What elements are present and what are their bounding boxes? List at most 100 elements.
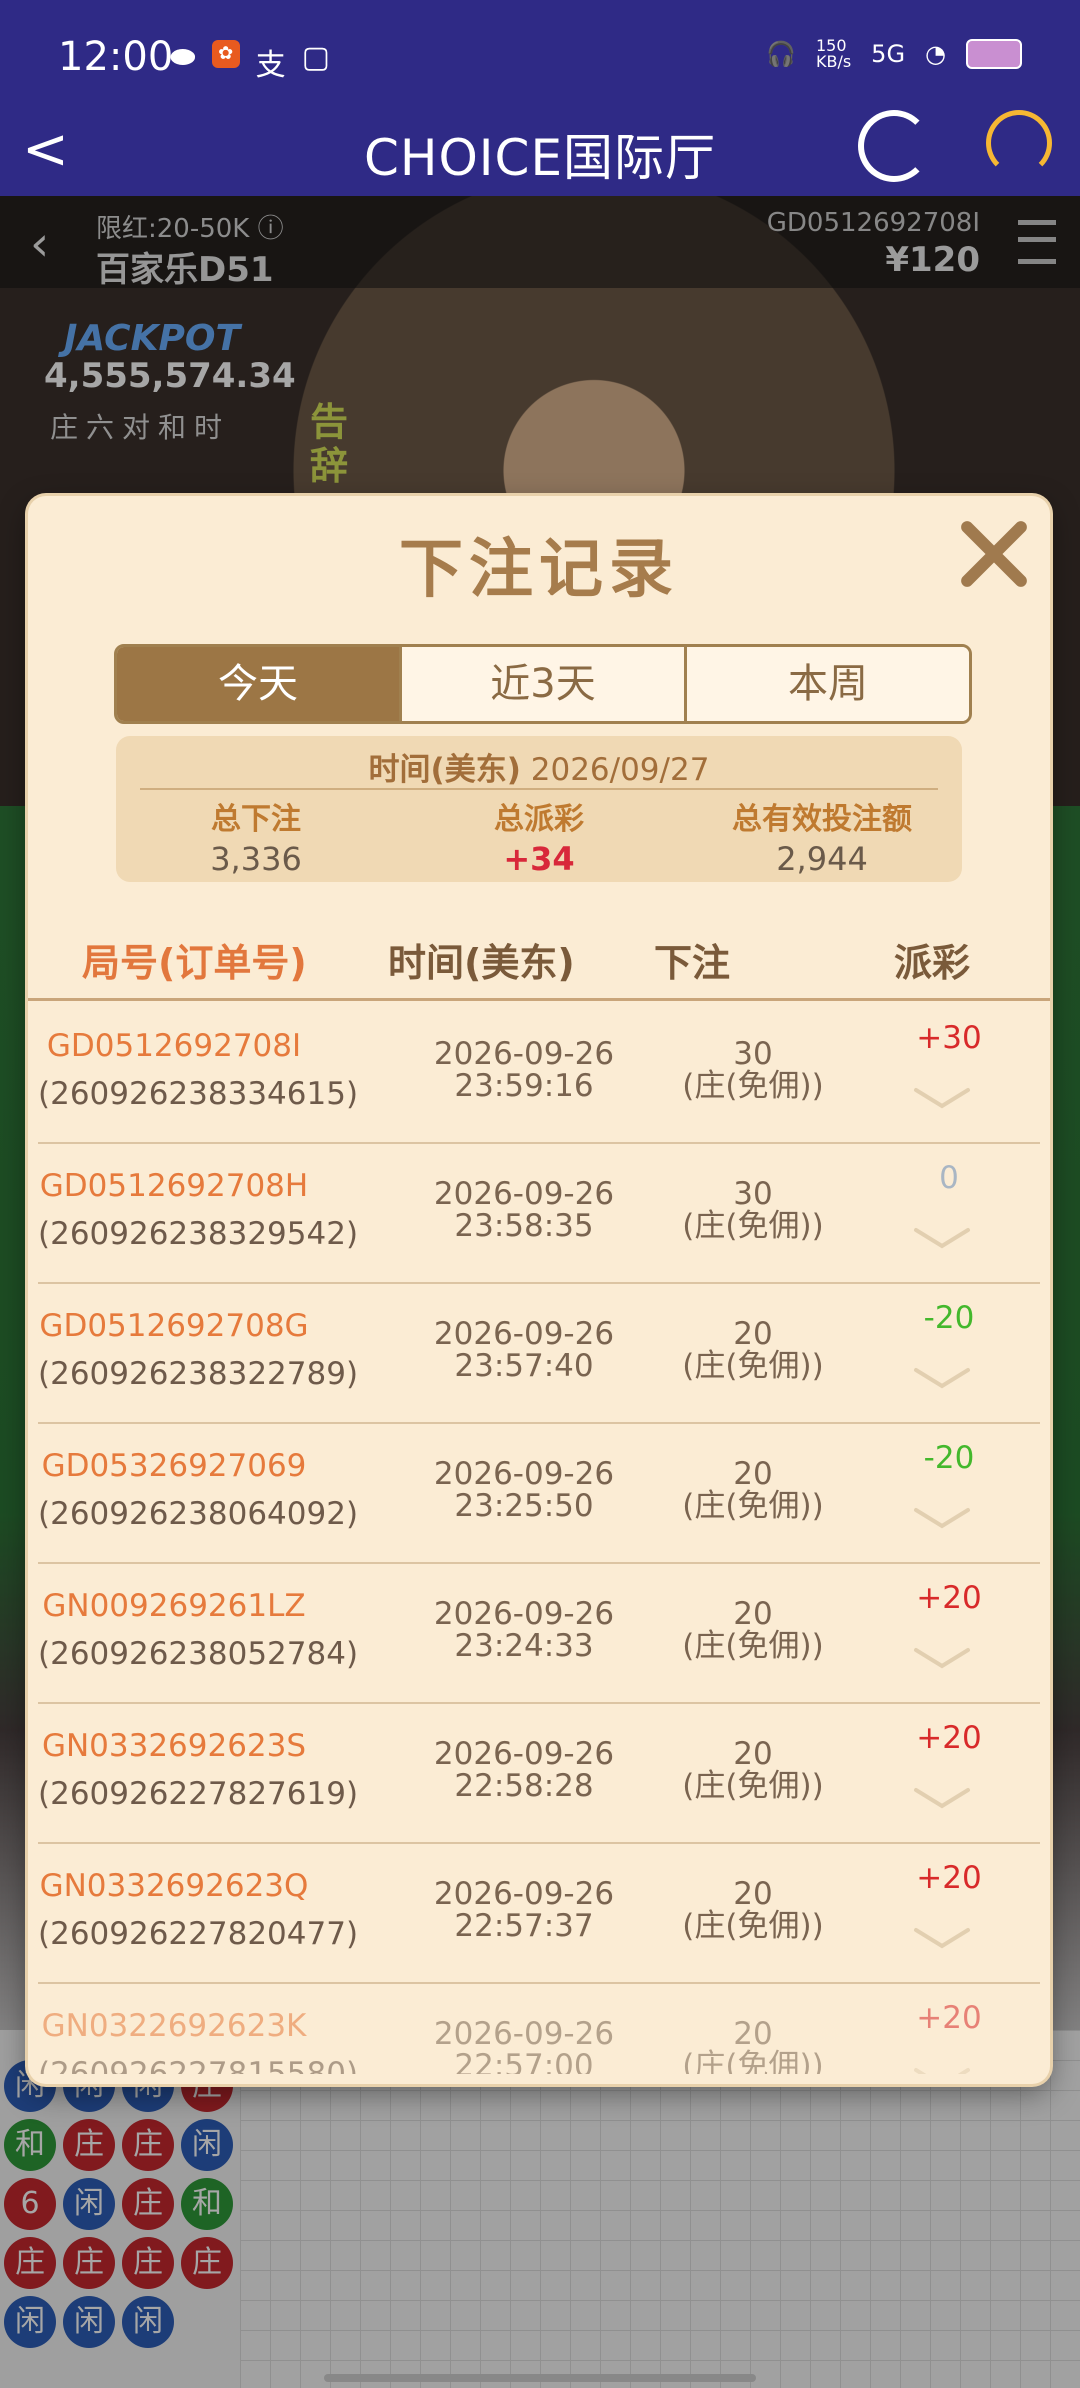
total-bet-value: 3,336	[210, 840, 302, 878]
order-number: (260926238052784)	[38, 1636, 359, 1672]
customer-service-icon[interactable]	[986, 110, 1052, 176]
headphones-icon: 🎧	[766, 40, 796, 68]
table-row[interactable]: GD0512692708H (260926238329542) 2026-09-26…	[38, 1142, 1040, 1284]
divider	[140, 788, 938, 790]
bet-value: 20	[733, 2016, 773, 2052]
bet-amount: 20 (庄(免佣))	[618, 1878, 888, 1942]
total-payout-label: 总派彩	[494, 802, 584, 837]
bet-amount: 20 (庄(免佣))	[618, 2018, 888, 2074]
column-time: 时间(美东)	[388, 941, 575, 985]
battery-icon	[966, 39, 1022, 69]
bet-amount: 20 (庄(免佣))	[618, 1598, 888, 1662]
order-number: (260926238334615)	[38, 1076, 359, 1112]
tab-today[interactable]: 今天	[117, 647, 402, 721]
chevron-down-icon[interactable]	[912, 1224, 972, 1252]
net-speed: 150 KB/s	[815, 36, 852, 71]
bet-value: 30	[733, 1176, 773, 1212]
round-id: GD0512692708G	[39, 1308, 309, 1344]
chevron-down-icon[interactable]	[912, 2064, 972, 2074]
bet-type: (庄(免佣))	[682, 1348, 824, 1384]
bet-record-dialog: 下注记录 今天 近3天 本周 时间(美东) 2026/09/27 总下注 3,3…	[28, 496, 1050, 2084]
placeholder-icon: ▢	[301, 40, 330, 75]
bet-type: (庄(免佣))	[682, 1488, 824, 1524]
date-range-tabs: 今天 近3天 本周	[114, 644, 972, 724]
bet-value: 20	[733, 1456, 773, 1492]
bet-amount: 20 (庄(免佣))	[618, 1738, 888, 1802]
summary-date-label: 时间(美东)	[368, 752, 521, 788]
system-icons: 🎧 150 KB/s 5G ◔	[766, 38, 1022, 70]
bet-type: (庄(免佣))	[682, 2048, 824, 2074]
bet-type: (庄(免佣))	[682, 1208, 824, 1244]
summary-panel: 时间(美东) 2026/09/27 总下注 3,336 总派彩 +34 总有效投…	[116, 736, 962, 882]
bet-value: 20	[733, 1596, 773, 1632]
table-row[interactable]: GN0322692623K (260926227815580) 2026-09-26…	[38, 1982, 1040, 2074]
notification-icons: ⬬ ✿ 支 ▢	[170, 40, 330, 84]
bet-value: 20	[733, 1736, 773, 1772]
total-valid-bet-label: 总有效投注额	[732, 802, 912, 837]
bet-type: (庄(免佣))	[682, 1768, 824, 1804]
table-row[interactable]: GD0512692708G (260926238322789) 2026-09-26…	[38, 1282, 1040, 1424]
table-row[interactable]: GN0332692623Q (260926227820477) 2026-09-26…	[38, 1842, 1040, 1984]
column-bet: 下注	[654, 941, 731, 985]
total-valid-bet: 总有效投注额 2,944	[682, 794, 962, 878]
column-round-id: 局号(订单号)	[82, 941, 307, 985]
order-number: (260926238329542)	[38, 1216, 359, 1252]
wifi-icon: ◔	[925, 40, 946, 68]
summary-date: 时间(美东) 2026/09/27	[116, 744, 962, 789]
column-payout: 派彩	[894, 941, 971, 985]
order-number: (260926238064092)	[38, 1496, 359, 1532]
table-row[interactable]: GD0512692708I (260926238334615) 2026-09-26…	[38, 1002, 1040, 1144]
tab-this-week[interactable]: 本周	[687, 647, 969, 721]
round-id: GD05326927069	[41, 1448, 307, 1484]
round-id: GD0512692708H	[39, 1168, 309, 1204]
bet-type: (庄(免佣))	[682, 1628, 824, 1664]
order-number: (260926227820477)	[38, 1916, 359, 1952]
bet-value: 30	[733, 1036, 773, 1072]
app-icon: ⬬	[170, 40, 196, 75]
refresh-icon[interactable]	[858, 110, 930, 182]
close-icon[interactable]	[954, 514, 1034, 594]
bet-amount: 30 (庄(免佣))	[618, 1038, 888, 1102]
table-row[interactable]: GN0332692623S (260926227827619) 2026-09-26…	[38, 1702, 1040, 1844]
payout-value: -20	[923, 1300, 975, 1336]
bet-record-list[interactable]: GD0512692708I (260926238334615) 2026-09-26…	[38, 1002, 1040, 2074]
order-number: (260926238322789)	[38, 1356, 359, 1392]
table-row[interactable]: GN009269261LZ (260926238052784) 2026-09-26…	[38, 1562, 1040, 1704]
bet-type: (庄(免佣))	[682, 1908, 824, 1944]
status-bar: 12:00 ⬬ ✿ 支 ▢ 🎧 150 KB/s 5G ◔	[0, 0, 1080, 110]
alipay-icon: 支	[255, 48, 286, 83]
home-indicator[interactable]	[324, 2374, 756, 2382]
chevron-down-icon[interactable]	[912, 1504, 972, 1532]
chevron-down-icon[interactable]	[912, 1784, 972, 1812]
dialog-title: 下注记录	[399, 533, 679, 607]
bet-amount: 30 (庄(免佣))	[618, 1178, 888, 1242]
chevron-down-icon[interactable]	[912, 1364, 972, 1392]
payout-value: +20	[916, 1580, 982, 1616]
chevron-down-icon[interactable]	[912, 1644, 972, 1672]
total-payout-value: +34	[503, 840, 575, 878]
bet-amount: 20 (庄(免佣))	[618, 1458, 888, 1522]
bet-type: (庄(免佣))	[682, 1068, 824, 1104]
total-valid-bet-value: 2,944	[776, 840, 868, 878]
table-row[interactable]: GD05326927069 (260926238064092) 2026-09-26…	[38, 1422, 1040, 1564]
bet-value: 20	[733, 1876, 773, 1912]
round-id: GN009269261LZ	[42, 1588, 306, 1624]
payout-value: +20	[916, 2000, 982, 2036]
round-id: GD0512692708I	[46, 1028, 302, 1064]
total-bet: 总下注 3,336	[116, 794, 396, 878]
total-bet-label: 总下注	[211, 802, 301, 837]
round-id: GN0332692623S	[41, 1728, 307, 1764]
round-id: GN0322692623K	[41, 2008, 307, 2044]
clock: 12:00	[58, 34, 174, 80]
chevron-down-icon[interactable]	[912, 1924, 972, 1952]
tab-last-3-days[interactable]: 近3天	[402, 647, 687, 721]
bet-amount: 20 (庄(免佣))	[618, 1318, 888, 1382]
total-payout: 总派彩 +34	[399, 794, 679, 878]
payout-value: +30	[916, 1020, 982, 1056]
bet-value: 20	[733, 1316, 773, 1352]
payout-value: -20	[923, 1440, 975, 1476]
app-header: < CHOICE国际厅	[0, 110, 1080, 196]
chevron-down-icon[interactable]	[912, 1084, 972, 1112]
order-number: (260926227815580)	[38, 2056, 359, 2074]
round-id: GN0332692623Q	[39, 1868, 309, 1904]
